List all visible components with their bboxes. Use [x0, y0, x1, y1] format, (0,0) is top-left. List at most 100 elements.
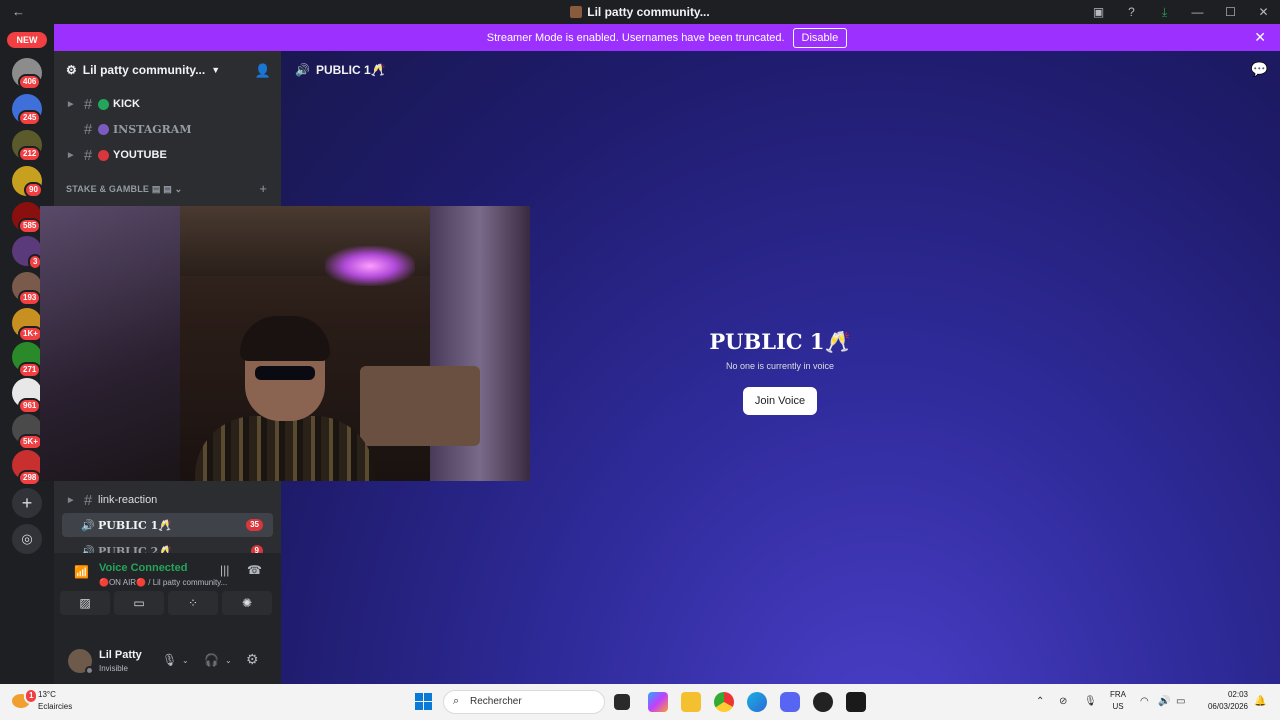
channel-name: INSTAGRAM: [113, 122, 192, 136]
channel-public-1[interactable]: 🔊 PUBLIC 1🥂 35: [62, 513, 273, 537]
maximize-button[interactable]: ☐: [1214, 5, 1247, 19]
chat-icon[interactable]: 💬: [1251, 61, 1268, 78]
search-icon: ⌕: [453, 695, 460, 707]
new-badge[interactable]: NEW: [7, 32, 47, 48]
join-voice-button[interactable]: Join Voice: [742, 387, 818, 415]
headphones-icon[interactable]: 🎧: [204, 653, 219, 667]
clock-time: 02:03: [1227, 690, 1248, 699]
channel-youtube[interactable]: ▶ # YOUTUBE: [62, 143, 273, 167]
server-badge: 271: [18, 362, 42, 378]
channel-header-title: PUBLIC 1🥂: [315, 63, 386, 77]
server-badge: 585: [18, 218, 42, 234]
weather-badge: 1: [24, 688, 39, 704]
terminal-app-icon[interactable]: [846, 692, 866, 712]
gear-icon[interactable]: ⚙: [246, 651, 259, 668]
guild-name: Lil patty community...: [82, 63, 206, 77]
server-badge: 245: [18, 110, 42, 126]
voice-channel-info: 🔴ON AIR🔴 / Lil patty community...: [99, 578, 228, 587]
channel-name: KICK: [113, 98, 140, 110]
channel-instagram[interactable]: # INSTAGRAM: [62, 117, 273, 141]
member-count-badge: 35: [246, 519, 263, 531]
microphone-icon[interactable]: 🎙: [1084, 696, 1097, 707]
close-icon[interactable]: ✕: [1254, 29, 1266, 46]
webcam-overlay: [40, 206, 530, 481]
chevron-down-icon[interactable]: ⌄: [225, 656, 232, 665]
guild-settings-icon: ⚙: [66, 63, 77, 77]
webcam-person-body: [195, 416, 375, 481]
banner-message: Streamer Mode is enabled. Usernames have…: [486, 31, 785, 44]
task-view-icon[interactable]: [614, 694, 630, 710]
signal-icon: 📶: [74, 565, 89, 579]
language-indicator[interactable]: FRA US: [1110, 689, 1126, 713]
server-badge: 193: [18, 290, 42, 306]
invite-icon[interactable]: 👤: [255, 63, 271, 79]
voice-status[interactable]: Voice Connected: [99, 562, 187, 574]
chevron-up-icon[interactable]: ⌃: [1036, 696, 1044, 707]
file-explorer-icon[interactable]: [681, 692, 701, 712]
discord-icon[interactable]: [780, 692, 800, 712]
hash-icon: #: [83, 146, 93, 164]
search-input[interactable]: ⌕ Rechercher: [443, 690, 605, 714]
download-icon[interactable]: ⤓: [1148, 5, 1181, 20]
microphone-icon[interactable]: 🎙: [162, 653, 177, 667]
channel-kick[interactable]: ▶ # KICK: [62, 92, 273, 116]
chrome-icon[interactable]: [714, 692, 734, 712]
notification-icon[interactable]: 🔔: [1254, 696, 1266, 707]
server-icon: [570, 6, 583, 18]
empty-voice-panel: PUBLIC 1🥂 No one is currently in voice J…: [680, 329, 880, 415]
disconnect-icon[interactable]: ☎: [247, 563, 262, 577]
weather-temp: 13°C: [38, 690, 56, 699]
start-button[interactable]: [415, 693, 432, 710]
chevron-down-icon[interactable]: ⌄: [182, 656, 189, 665]
channel-link-reaction[interactable]: ▶ # link-reaction: [62, 488, 273, 512]
speaker-icon: 🔊: [81, 519, 95, 532]
visibility-off-icon[interactable]: ⊘: [1059, 696, 1067, 707]
expand-arrow-icon: ▶: [68, 497, 74, 504]
soundboard-button[interactable]: ✺: [222, 591, 272, 615]
guild-header[interactable]: ⚙ Lil patty community... ▼ 👤: [54, 51, 281, 89]
wifi-icon[interactable]: ◠: [1140, 696, 1149, 707]
voice-channel-title: PUBLIC 1🥂: [709, 329, 851, 354]
edge-icon[interactable]: [747, 692, 767, 712]
disable-button[interactable]: Disable: [792, 27, 848, 48]
screen-share-button[interactable]: ▭: [114, 591, 164, 615]
channel-name: YOUTUBE: [113, 149, 167, 161]
clock[interactable]: 02:03 06/03/2026: [1208, 689, 1248, 713]
category-name: STAKE & GAMBLE: [66, 184, 150, 194]
avatar[interactable]: [68, 649, 94, 675]
search-placeholder: Rechercher: [470, 696, 522, 707]
window-title-text: Lil patty community...: [587, 5, 710, 19]
user-panel: Lil Patty Invisible 🎙 ⌄ 🎧 ⌄ ⚙: [54, 639, 281, 684]
expand-arrow-icon: ▶: [68, 152, 74, 159]
chevron-down-icon: ▼: [211, 65, 221, 75]
help-icon[interactable]: ?: [1115, 5, 1148, 19]
expand-arrow-icon: ▶: [68, 101, 74, 108]
add-server-icon[interactable]: +: [12, 488, 42, 518]
channel-dot: [98, 98, 109, 110]
close-button[interactable]: ✕: [1247, 5, 1280, 19]
copilot-icon[interactable]: [648, 692, 668, 712]
status-indicator: [85, 666, 94, 675]
app-icon[interactable]: [813, 692, 833, 712]
volume-icon[interactable]: 🔊: [1158, 696, 1170, 707]
screen-share-icon[interactable]: ▣: [1082, 5, 1115, 19]
channel-dot: [98, 149, 109, 161]
weather-condition: Eclaircies: [38, 702, 73, 711]
clock-date: 06/03/2026: [1207, 702, 1248, 711]
channel-header: 🔊 PUBLIC 1🥂: [295, 63, 386, 77]
discover-icon[interactable]: ◎: [12, 524, 42, 554]
webcam-person: [185, 316, 385, 481]
voice-panel: 📶 Voice Connected 🔴ON AIR🔴 / Lil patty c…: [54, 553, 281, 639]
camera-off-button[interactable]: ▨: [60, 591, 110, 615]
username[interactable]: Lil Patty: [99, 649, 142, 661]
noise-suppression-icon[interactable]: |||: [220, 563, 229, 577]
taskbar: 1 13°C Eclaircies ⌕ Rechercher ⌃ ⊘ 🎙 FRA U…: [0, 684, 1280, 720]
hash-icon: #: [83, 95, 93, 113]
category-header[interactable]: STAKE & GAMBLE ▤ ▤ ⌄: [66, 184, 182, 195]
activities-button[interactable]: ⁘: [168, 591, 218, 615]
add-channel-icon[interactable]: +: [259, 181, 267, 196]
minimize-button[interactable]: —: [1181, 5, 1214, 19]
server-badge: 961: [18, 398, 42, 414]
battery-icon[interactable]: ▭: [1176, 696, 1185, 707]
channel-name: link-reaction: [98, 494, 158, 506]
